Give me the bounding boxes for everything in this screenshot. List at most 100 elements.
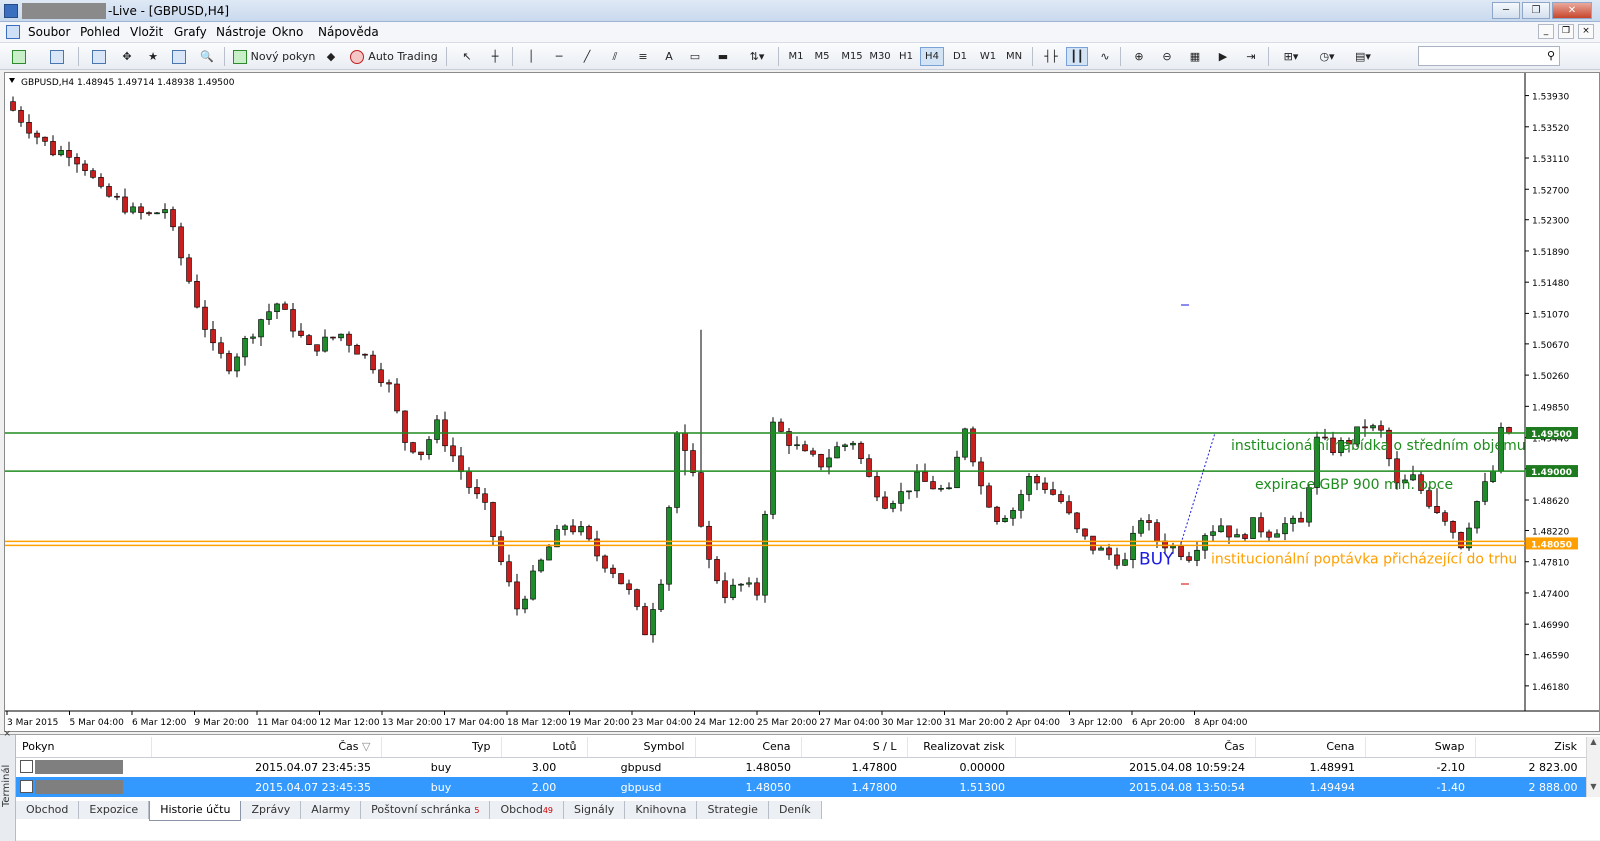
tab-signals[interactable]: Signály: [564, 801, 626, 819]
timeframe-h4[interactable]: H4: [920, 47, 944, 66]
col-close-price[interactable]: Cena: [1255, 737, 1366, 758]
col-order[interactable]: Pokyn: [16, 737, 152, 758]
timeframe-mn[interactable]: MN: [1002, 47, 1026, 66]
mdi-restore-button[interactable]: ❐: [1558, 24, 1574, 39]
chart-info-arrow-icon: [9, 78, 15, 83]
search-icon[interactable]: ⚲: [1547, 49, 1555, 62]
auto-scroll-icon[interactable]: ▶: [1212, 47, 1234, 66]
arrows-icon[interactable]: ▬: [712, 47, 734, 66]
menu-view[interactable]: Pohled: [80, 25, 120, 39]
terminal-icon[interactable]: [168, 47, 190, 66]
new-order-button[interactable]: Nový pokyn: [232, 47, 316, 66]
market-watch-icon[interactable]: [88, 47, 110, 66]
tab-mailbox[interactable]: Poštovní schránka 5: [361, 801, 491, 819]
bull-candle: [154, 212, 160, 215]
cursor-icon[interactable]: ↖: [456, 47, 478, 66]
periods-dropdown-icon[interactable]: ◷▾: [1312, 47, 1342, 66]
timeframe-d1[interactable]: D1: [948, 47, 972, 66]
col-open-price[interactable]: Cena: [695, 737, 802, 758]
horizontal-line-icon[interactable]: ─: [548, 47, 570, 66]
tab-journal[interactable]: Deník: [768, 801, 822, 819]
bull-candle: [1282, 523, 1288, 535]
menu-charts[interactable]: Grafy: [174, 25, 207, 39]
trendline-icon[interactable]: ╱: [576, 47, 598, 66]
tab-mailbox-label: Poštovní schránka: [371, 803, 471, 816]
search-box[interactable]: ⚲: [1418, 46, 1560, 66]
minimize-button[interactable]: ─: [1492, 2, 1520, 19]
bear-candle: [1106, 547, 1112, 556]
menu-insert[interactable]: Vložit: [130, 25, 163, 39]
zoom-out-icon[interactable]: ⊖: [1156, 47, 1178, 66]
navigator-icon[interactable]: ★: [142, 47, 164, 66]
table-row-selected[interactable]: 2015.04.07 23:45:35 buy 2.00 gbpusd 1.48…: [16, 777, 1588, 797]
col-close-time[interactable]: Čas: [1015, 737, 1256, 758]
timeframe-m30[interactable]: M30: [866, 47, 894, 66]
search-input[interactable]: [1419, 47, 1537, 65]
col-open-time[interactable]: Čas ▽: [151, 737, 382, 758]
tab-alerts[interactable]: Alarmy: [301, 801, 362, 819]
tab-experts[interactable]: Strategie: [697, 801, 769, 819]
line-chart-icon[interactable]: ∿: [1094, 47, 1116, 66]
text-tool-button[interactable]: A: [658, 47, 680, 66]
timeframe-m1[interactable]: M1: [784, 47, 808, 66]
crosshair-icon[interactable]: ┼: [484, 47, 506, 66]
tab-code-base[interactable]: Knihovna: [625, 801, 698, 819]
vertical-line-icon[interactable]: │: [520, 47, 542, 66]
strategy-tester-icon[interactable]: 🔍: [196, 47, 218, 66]
menu-window[interactable]: Okno: [272, 25, 303, 39]
cell-open-time: 2015.04.07 23:45:35: [151, 777, 381, 797]
fibonacci-icon[interactable]: ≡: [632, 47, 654, 66]
col-swap[interactable]: Swap: [1365, 737, 1476, 758]
terminal-close-icon[interactable]: ×: [3, 729, 13, 737]
timeframe-m5[interactable]: M5: [810, 47, 834, 66]
tab-market[interactable]: Obchod49: [490, 801, 564, 819]
col-type[interactable]: Typ: [381, 737, 502, 758]
table-row[interactable]: 2015.04.07 23:45:35 buy 3.00 gbpusd 1.48…: [16, 757, 1588, 777]
candlestick-chart[interactable]: 1.53930 1.53520 1.53110 1.52700 1.52300 1.518…: [5, 73, 1599, 731]
price-marker-middle: 1.49000: [1531, 468, 1572, 478]
auto-trading-button[interactable]: Auto Trading: [348, 47, 440, 66]
equidistant-channel-icon[interactable]: ⫽: [604, 47, 626, 66]
col-symbol[interactable]: Symbol: [587, 737, 696, 758]
bar-chart-icon[interactable]: ┤├: [1040, 47, 1062, 66]
templates-dropdown-icon[interactable]: ▤▾: [1348, 47, 1378, 66]
metaeditor-icon[interactable]: ◆: [320, 47, 342, 66]
tab-account-history[interactable]: Historie účtu: [149, 801, 242, 821]
bear-candle: [1266, 531, 1272, 538]
bull-candle: [738, 583, 744, 586]
timeframe-m15[interactable]: M15: [838, 47, 866, 66]
menu-file[interactable]: Soubor: [28, 25, 70, 39]
col-lots[interactable]: Lotů: [501, 737, 588, 758]
bull-candle: [890, 503, 896, 509]
tab-market-label: Obchod: [500, 803, 543, 816]
chart-shift-icon[interactable]: ⇥: [1240, 47, 1262, 66]
timeframe-w1[interactable]: W1: [976, 47, 1000, 66]
zoom-in-icon[interactable]: ⊕: [1128, 47, 1150, 66]
close-button[interactable]: ✕: [1552, 2, 1592, 19]
menu-tools[interactable]: Nástroje: [216, 25, 266, 39]
shapes-dropdown-icon[interactable]: ⇅▾: [742, 47, 772, 66]
terminal-side-tab[interactable]: × Terminál: [0, 729, 16, 841]
tab-trade[interactable]: Obchod: [16, 801, 80, 819]
table-scrollbar[interactable]: ▲ ▼: [1586, 737, 1600, 797]
tab-news[interactable]: Zprávy: [241, 801, 302, 819]
indicators-dropdown-icon[interactable]: ⊞▾: [1276, 47, 1306, 66]
col-profit[interactable]: Zisk: [1475, 737, 1588, 758]
chart-window-icon[interactable]: [6, 25, 20, 39]
mdi-close-button[interactable]: ×: [1578, 24, 1594, 39]
chart-window[interactable]: 1.53930 1.53520 1.53110 1.52700 1.52300 1.518…: [4, 72, 1600, 732]
text-label-icon[interactable]: ▭: [684, 47, 706, 66]
maximize-button[interactable]: ❐: [1522, 2, 1550, 19]
title-bar: -Live - [GBPUSD,H4] ─ ❐ ✕: [0, 0, 1600, 22]
profiles-icon[interactable]: [46, 47, 68, 66]
new-chart-icon[interactable]: [8, 47, 30, 66]
mdi-minimize-button[interactable]: _: [1538, 24, 1554, 39]
tab-exposure[interactable]: Expozice: [79, 801, 150, 819]
tile-windows-icon[interactable]: ▦: [1184, 47, 1206, 66]
col-sl[interactable]: S / L: [801, 737, 908, 758]
timeframe-h1[interactable]: H1: [894, 47, 918, 66]
candlestick-chart-icon[interactable]: ┃┃: [1066, 47, 1088, 66]
data-window-icon[interactable]: ✥: [116, 47, 138, 66]
col-tp[interactable]: Realizovat zisk: [907, 737, 1016, 758]
menu-help[interactable]: Nápověda: [318, 25, 379, 39]
